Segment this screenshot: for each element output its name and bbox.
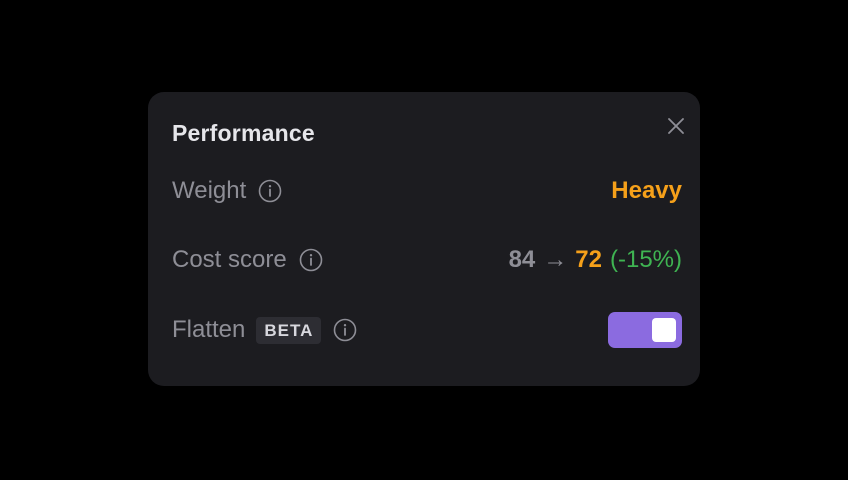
cost-score-delta: (-15%) bbox=[609, 246, 682, 273]
close-button[interactable] bbox=[664, 114, 688, 138]
beta-badge: BETA bbox=[256, 316, 322, 344]
weight-label: Weight bbox=[172, 177, 247, 204]
flatten-row: Flatten BETA bbox=[172, 310, 682, 350]
cost-score-value: 84 → 72 (-15%) bbox=[509, 246, 682, 274]
cost-score-to: 72 bbox=[575, 246, 602, 273]
performance-panel: Performance Weight Heavy Cost score 84 →… bbox=[148, 92, 700, 386]
toggle-knob bbox=[652, 318, 676, 342]
cost-score-label: Cost score bbox=[172, 246, 287, 273]
flatten-info-button[interactable] bbox=[333, 318, 357, 342]
arrow-right-icon: → bbox=[543, 246, 568, 273]
flatten-toggle[interactable] bbox=[608, 312, 682, 348]
info-icon bbox=[299, 248, 323, 272]
weight-value: Heavy bbox=[611, 177, 682, 204]
info-icon bbox=[334, 318, 357, 342]
panel-title: Performance bbox=[172, 120, 315, 146]
weight-info-button[interactable] bbox=[258, 179, 282, 203]
flatten-label: Flatten bbox=[172, 316, 246, 343]
weight-row: Weight Heavy bbox=[172, 171, 682, 211]
cost-score-row: Cost score 84 → 72 (-15%) bbox=[172, 240, 682, 280]
info-icon bbox=[258, 179, 282, 203]
cost-score-info-button[interactable] bbox=[299, 248, 323, 272]
close-icon bbox=[668, 118, 684, 134]
cost-score-from: 84 bbox=[508, 246, 536, 273]
